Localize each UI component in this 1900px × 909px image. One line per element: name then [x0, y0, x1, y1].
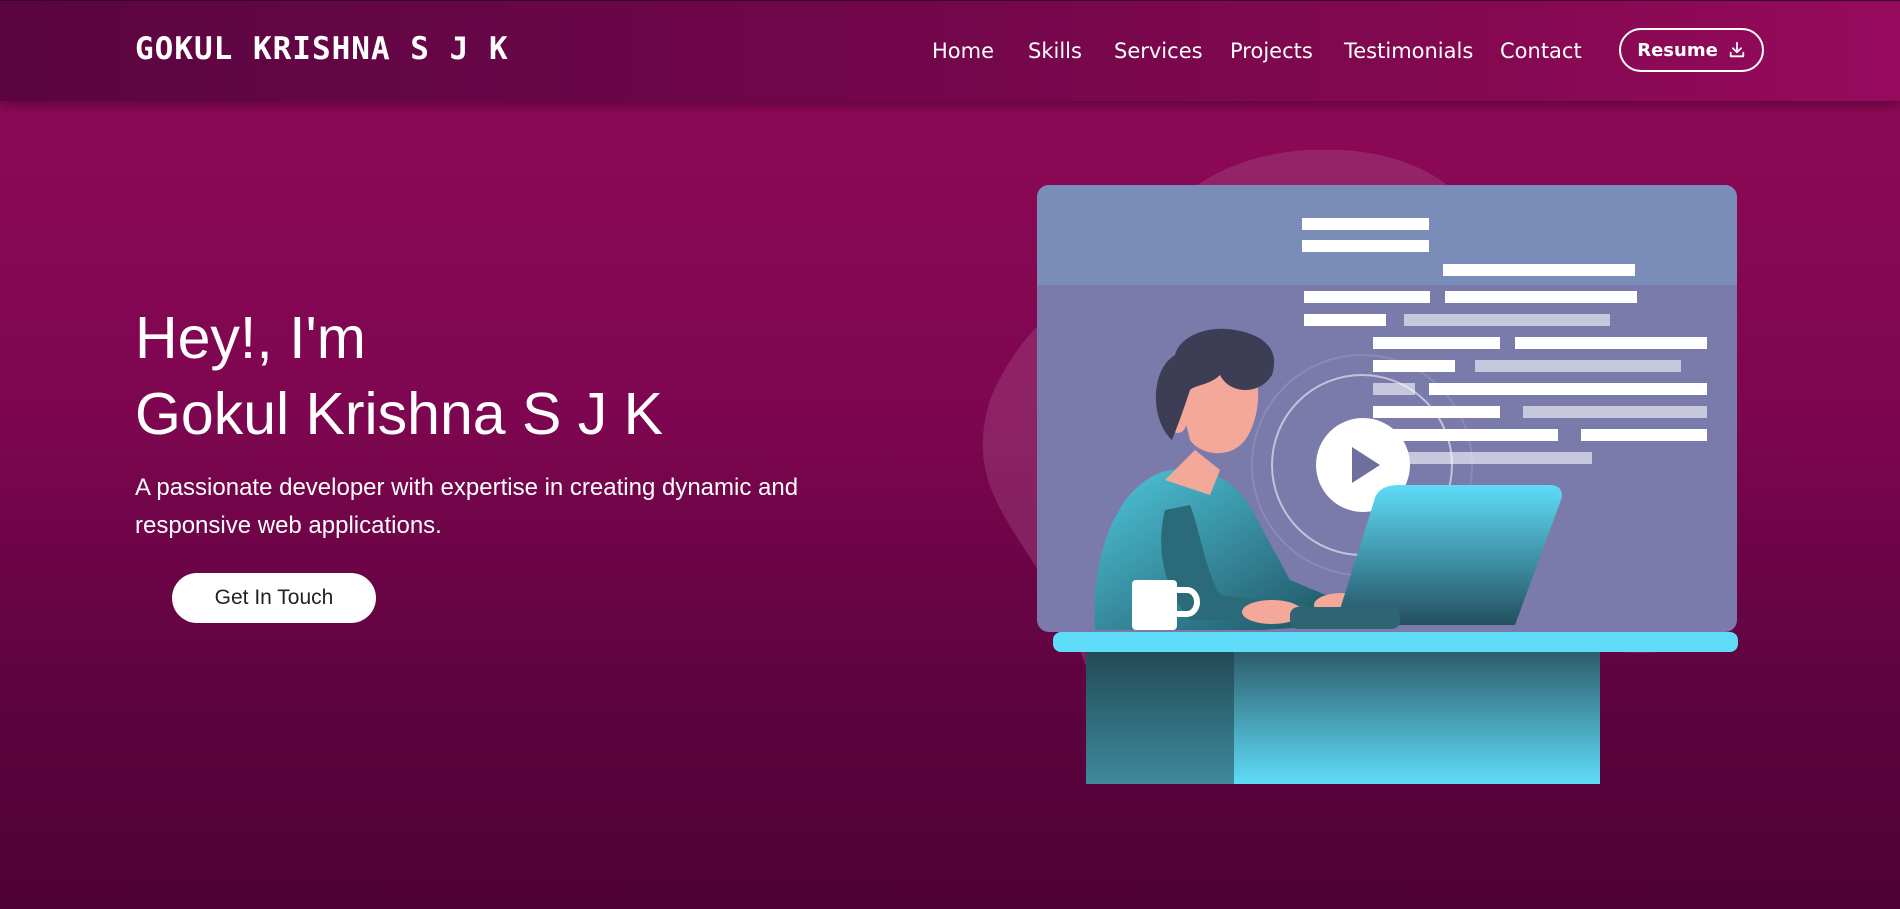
get-in-touch-button[interactable]: Get In Touch — [172, 573, 376, 623]
nav-link-testimonials[interactable]: Testimonials — [1344, 39, 1473, 63]
nav-link-services[interactable]: Services — [1114, 39, 1203, 63]
navbar: GOKUL KRISHNA S J K Home Skills Services… — [0, 0, 1900, 101]
nav-link-contact[interactable]: Contact — [1500, 39, 1582, 63]
download-icon — [1729, 41, 1744, 58]
desk-side — [1086, 652, 1234, 784]
nav-link-projects[interactable]: Projects — [1230, 39, 1313, 63]
resume-button[interactable]: Resume — [1619, 28, 1764, 72]
resume-label: Resume — [1637, 39, 1718, 61]
hero-name: Gokul Krishna S J K — [135, 381, 663, 447]
nav-link-home[interactable]: Home — [932, 39, 994, 63]
hero-greeting: Hey!, I'm — [135, 305, 366, 371]
hero-description: A passionate developer with expertise in… — [135, 474, 799, 539]
developer-at-laptop-illustration — [982, 150, 1738, 784]
desk-front — [1234, 652, 1600, 784]
desk-top — [1053, 632, 1738, 652]
nav-link-skills[interactable]: Skills — [1028, 39, 1082, 63]
brand-logo[interactable]: GOKUL KRISHNA S J K — [135, 31, 509, 67]
hero-title: Hey!, I'm Gokul Krishna S J K — [135, 300, 663, 452]
